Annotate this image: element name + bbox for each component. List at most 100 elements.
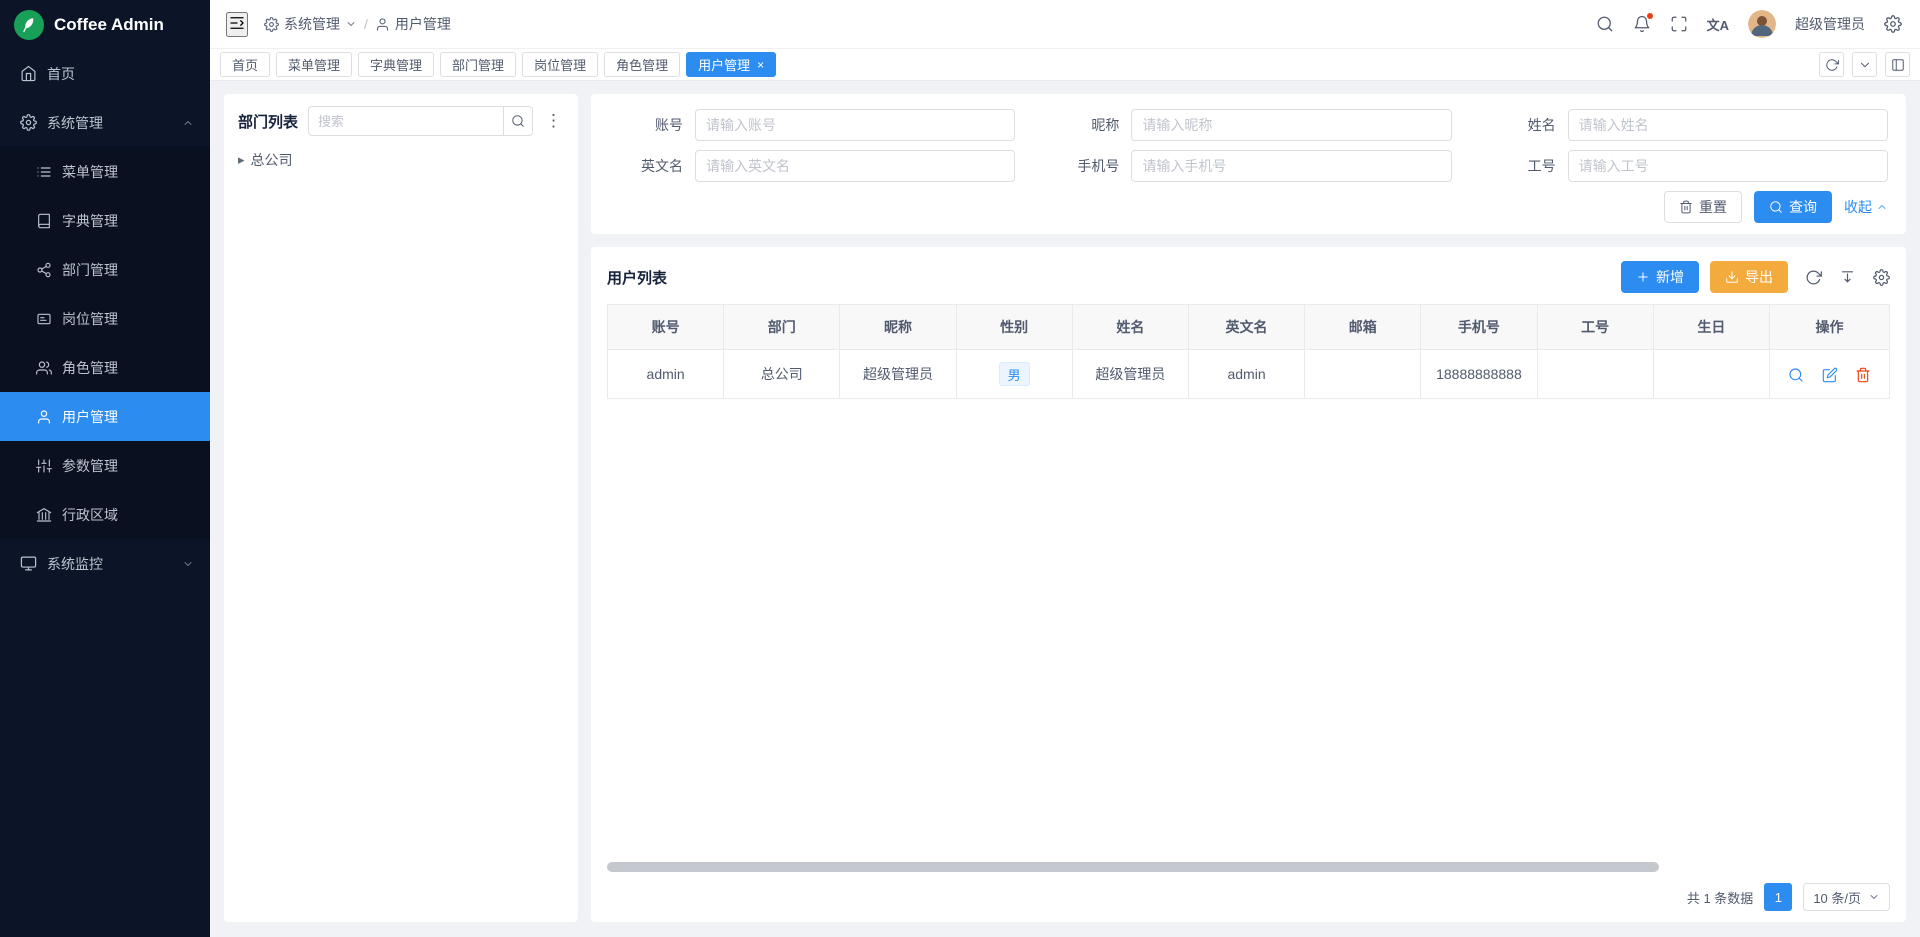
horizontal-scrollbar-thumb[interactable] xyxy=(607,862,1659,872)
table-row: admin 总公司 超级管理员 男 超级管理员 admin 188 xyxy=(608,350,1890,399)
delete-row-button[interactable] xyxy=(1855,367,1871,383)
nickname-input[interactable] xyxy=(1131,109,1451,141)
sidebar-item-admin-region[interactable]: 行政区域 xyxy=(0,490,210,539)
tab-role-management[interactable]: 角色管理 xyxy=(604,52,680,77)
tab-dept-management[interactable]: 部门管理 xyxy=(440,52,516,77)
sidebar-item-label: 参数管理 xyxy=(62,456,118,476)
department-search-button[interactable] xyxy=(503,106,533,136)
export-button[interactable]: 导出 xyxy=(1710,261,1788,293)
global-search-button[interactable] xyxy=(1596,15,1614,33)
current-user-name[interactable]: 超级管理员 xyxy=(1795,14,1865,34)
tab-options-button[interactable] xyxy=(1852,52,1877,77)
bank-icon xyxy=(36,507,52,523)
tree-node-head-office[interactable]: ▸ 总公司 xyxy=(238,150,564,170)
english-name-input[interactable] xyxy=(695,150,1015,182)
refresh-list-button[interactable] xyxy=(1805,269,1822,286)
refresh-tab-button[interactable] xyxy=(1819,52,1844,77)
phone-input[interactable] xyxy=(1131,150,1451,182)
sidebar: Coffee Admin 首页 系统管理 菜单管理 字典管理 xyxy=(0,0,210,937)
sidebar-item-post-management[interactable]: 岗位管理 xyxy=(0,294,210,343)
breadcrumb-section[interactable]: 系统管理 xyxy=(264,14,357,34)
sidebar-item-label: 系统监控 xyxy=(47,554,103,574)
system-management-submenu: 菜单管理 字典管理 部门管理 岗位管理 角色管理 xyxy=(0,147,210,539)
sidebar-item-user-management[interactable]: 用户管理 xyxy=(0,392,210,441)
tab-home[interactable]: 首页 xyxy=(220,52,270,77)
edit-row-button[interactable] xyxy=(1822,367,1838,383)
sidebar-item-label: 用户管理 xyxy=(62,407,118,427)
page-size-select[interactable]: 10 条/页 xyxy=(1803,883,1890,911)
sidebar-item-label: 系统管理 xyxy=(47,113,103,133)
refresh-icon xyxy=(1805,269,1822,286)
sidebar-item-system-management[interactable]: 系统管理 xyxy=(0,98,210,147)
search-button-label: 查询 xyxy=(1789,197,1817,217)
chevron-down-icon xyxy=(182,558,194,570)
topbar: 系统管理 / 用户管理 xyxy=(210,0,1920,49)
department-panel-title: 部门列表 xyxy=(238,111,298,132)
right-column: 账号 昵称 姓名 英文名 xyxy=(591,94,1906,922)
search-button[interactable]: 查询 xyxy=(1754,191,1832,223)
sidebar-item-dept-management[interactable]: 部门管理 xyxy=(0,245,210,294)
page-number-button[interactable]: 1 xyxy=(1764,883,1792,911)
tab-menu-management[interactable]: 菜单管理 xyxy=(276,52,352,77)
breadcrumb-page-label: 用户管理 xyxy=(395,14,451,34)
account-input[interactable] xyxy=(695,109,1015,141)
refresh-icon xyxy=(1825,58,1839,72)
filter-label: 姓名 xyxy=(1482,115,1556,135)
search-filter-card: 账号 昵称 姓名 英文名 xyxy=(591,94,1906,234)
pagination: 共 1 条数据 1 10 条/页 xyxy=(607,882,1890,912)
close-icon[interactable]: × xyxy=(757,59,764,71)
sidebar-item-system-monitor[interactable]: 系统监控 xyxy=(0,539,210,588)
cell-english-name: admin xyxy=(1188,350,1304,399)
tab-user-management[interactable]: 用户管理 × xyxy=(686,52,776,77)
tab-label: 角色管理 xyxy=(616,55,668,74)
sidebar-item-role-management[interactable]: 角色管理 xyxy=(0,343,210,392)
notifications-button[interactable] xyxy=(1633,15,1651,33)
filter-field-nickname: 昵称 xyxy=(1045,109,1451,141)
collapse-filters-button[interactable]: 收起 xyxy=(1844,197,1888,217)
tab-post-management[interactable]: 岗位管理 xyxy=(522,52,598,77)
row-height-button[interactable] xyxy=(1839,269,1856,286)
sidebar-item-param-management[interactable]: 参数管理 xyxy=(0,441,210,490)
column-header-operations: 操作 xyxy=(1770,305,1890,350)
work-id-input[interactable] xyxy=(1568,150,1888,182)
sidebar-collapse-button[interactable] xyxy=(226,12,248,37)
topbar-actions: 文A 超级管理员 xyxy=(1596,10,1902,38)
chevron-up-icon xyxy=(1876,201,1888,213)
sidebar-item-menu-management[interactable]: 菜单管理 xyxy=(0,147,210,196)
reset-button-label: 重置 xyxy=(1699,197,1727,217)
column-settings-button[interactable] xyxy=(1873,269,1890,286)
sidebar-item-label: 部门管理 xyxy=(62,260,118,280)
sidebar-item-label: 菜单管理 xyxy=(62,162,118,182)
add-user-label: 新增 xyxy=(1656,267,1684,287)
sidebar-item-label: 角色管理 xyxy=(62,358,118,378)
department-search-input[interactable] xyxy=(308,106,503,136)
column-header-dept: 部门 xyxy=(724,305,840,350)
more-vertical-icon: ⋮ xyxy=(545,111,562,130)
add-user-button[interactable]: 新增 xyxy=(1621,261,1699,293)
app-logo[interactable]: Coffee Admin xyxy=(0,0,210,49)
department-more-button[interactable]: ⋮ xyxy=(543,111,564,131)
menu-fold-icon xyxy=(228,14,246,32)
sidebar-item-label: 行政区域 xyxy=(62,505,118,525)
settings-button[interactable] xyxy=(1884,15,1902,33)
filter-field-phone: 手机号 xyxy=(1045,150,1451,182)
department-panel: 部门列表 ⋮ ▸ 总公司 xyxy=(224,94,578,922)
filter-label: 昵称 xyxy=(1045,115,1119,135)
sidebar-item-dict-management[interactable]: 字典管理 xyxy=(0,196,210,245)
reset-button[interactable]: 重置 xyxy=(1664,191,1742,223)
department-search-group xyxy=(308,106,533,136)
name-input[interactable] xyxy=(1568,109,1888,141)
caret-right-icon[interactable]: ▸ xyxy=(238,152,245,168)
user-list-header: 用户列表 新增 导出 xyxy=(607,259,1890,295)
page-content: 部门列表 ⋮ ▸ 总公司 xyxy=(210,81,1920,937)
layout-toggle-button[interactable] xyxy=(1885,52,1910,77)
filter-field-english-name: 英文名 xyxy=(609,150,1015,182)
avatar[interactable] xyxy=(1748,10,1776,38)
language-switch-button[interactable]: 文A xyxy=(1707,15,1729,34)
tab-label: 字典管理 xyxy=(370,55,422,74)
app-title: Coffee Admin xyxy=(54,15,164,35)
sidebar-item-home[interactable]: 首页 xyxy=(0,49,210,98)
tab-dict-management[interactable]: 字典管理 xyxy=(358,52,434,77)
fullscreen-button[interactable] xyxy=(1670,15,1688,33)
view-row-button[interactable] xyxy=(1788,367,1804,383)
